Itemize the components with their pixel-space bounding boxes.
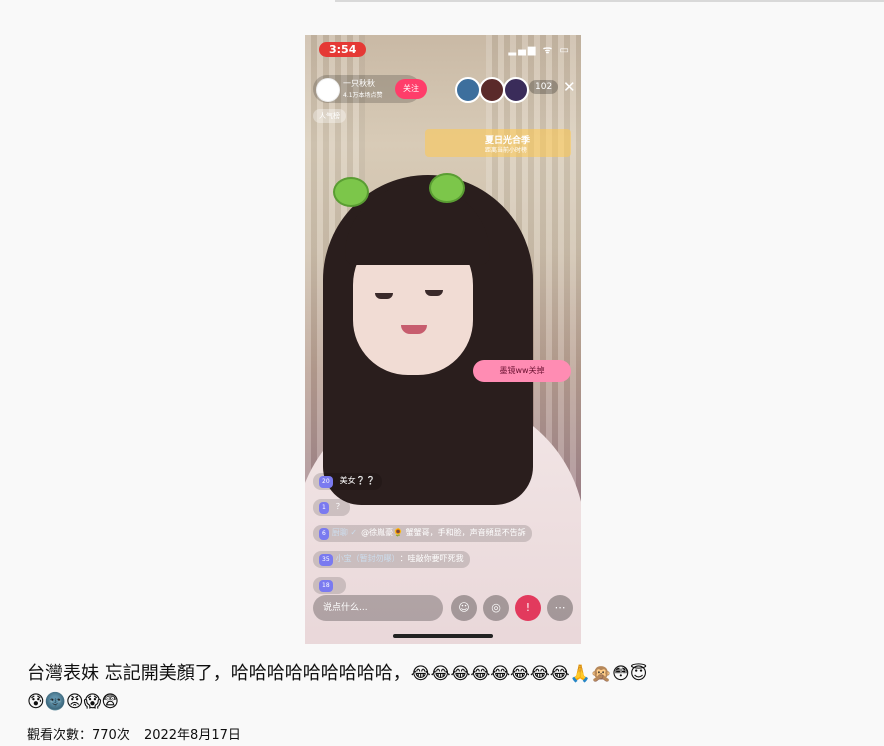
host-name: 一只秋秋 (343, 79, 375, 88)
chat-list: 20 美女❔❔ 1？ 6 厨聊 ✓ @徐胤豪🌻 蟹蟹哥，手和脸，声音頻显不告訴 35 小… (313, 468, 539, 598)
close-icon[interactable]: ✕ (563, 78, 576, 96)
promo-banner[interactable]: 夏日光合季 距离当前小时榜 (425, 129, 571, 157)
video-meta[interactable]: 觀看次數：770次 2022年8月17日 (27, 724, 251, 743)
frog-filter-right (429, 173, 465, 203)
gift-icon[interactable]: ! (515, 595, 541, 621)
live-bottom-bar: 说点什么... ☺ ◎ ! ⋯ (313, 595, 573, 623)
viewer-avatar[interactable] (503, 77, 529, 103)
viewer-count[interactable]: 102 (529, 80, 559, 94)
chat-message: 35 小宝（暂封勿曝） ：哇敲你要吓死我 (313, 551, 470, 568)
caption-emojis-1: 😂😂😂😂😂😂😂😂🙏🙊😳😇 (410, 664, 648, 684)
viewer-avatar[interactable] (479, 77, 505, 103)
viewer-avatar[interactable] (455, 77, 481, 103)
host-card[interactable]: 一只秋秋 4.1万本场点赞 关注 (313, 75, 427, 103)
chat-text: @徐胤豪🌻 蟹蟹哥，手和脸，声音頻显不告訴 (361, 528, 526, 537)
caption-emojis-2: 😰🌚😡😱😨 (27, 692, 120, 712)
level-badge: 1 (319, 502, 329, 514)
chat-message: 20 美女❔❔ (313, 473, 382, 490)
level-badge: 18 (319, 580, 333, 592)
video-player[interactable]: 3:54 ▂▄▆ ᯤ ▭ 一只秋秋 4.1万本场点赞 关注 102 ✕ 人气榜 … (305, 35, 581, 644)
view-count: 觀看次數：770次 (27, 728, 130, 743)
level-badge: 35 (319, 554, 333, 566)
rank-tag[interactable]: 人气榜 (313, 109, 346, 123)
circle-icon[interactable]: ◎ (483, 595, 509, 621)
home-indicator (393, 634, 493, 638)
viewer-strip[interactable]: 102 ✕ (455, 77, 576, 103)
status-icons: ▂▄▆ ᯤ ▭ (508, 45, 571, 56)
chat-message: 1？ (313, 499, 350, 516)
caption-text: 台灣表妹 忘記開美顏了，哈哈哈哈哈哈哈哈哈， (27, 663, 411, 684)
chat-message: 18 (313, 577, 346, 594)
top-divider (335, 0, 884, 2)
upload-date: 2022年8月17日 (143, 728, 241, 743)
follow-button[interactable]: 关注 (395, 79, 427, 99)
phone-status-bar: 3:54 ▂▄▆ ᯤ ▭ (305, 35, 581, 63)
video-caption: 台灣表妹 忘記開美顏了，哈哈哈哈哈哈哈哈哈，😂😂😂😂😂😂😂😂🙏🙊😳😇 😰🌚😡😱😨 (27, 660, 867, 716)
level-badge: 20 (319, 476, 333, 488)
promo-subtitle: 距离当前小时榜 (485, 147, 528, 154)
frog-filter-left (333, 177, 369, 207)
host-likes: 4.1万本场点赞 (343, 92, 383, 99)
chat-user: 厨聊 ✓ (331, 528, 358, 537)
emoji-icon[interactable]: ☺ (451, 595, 477, 621)
status-time: 3:54 (319, 42, 367, 57)
comment-input[interactable]: 说点什么... (313, 595, 443, 621)
chat-user: 小宝（暂封勿曝） (335, 554, 396, 563)
chat-message: 6 厨聊 ✓ @徐胤豪🌻 蟹蟹哥，手和脸，声音頻显不告訴 (313, 525, 532, 542)
chat-text: ？ (335, 502, 344, 511)
pink-bubble: 墨镜ww关掉 (473, 360, 571, 382)
level-badge: 6 (319, 528, 329, 540)
host-avatar[interactable] (316, 78, 340, 102)
more-icon[interactable]: ⋯ (547, 595, 573, 621)
chat-text: ：哇敲你要吓死我 (399, 554, 464, 563)
chat-text: 美女❔❔ (339, 476, 376, 485)
